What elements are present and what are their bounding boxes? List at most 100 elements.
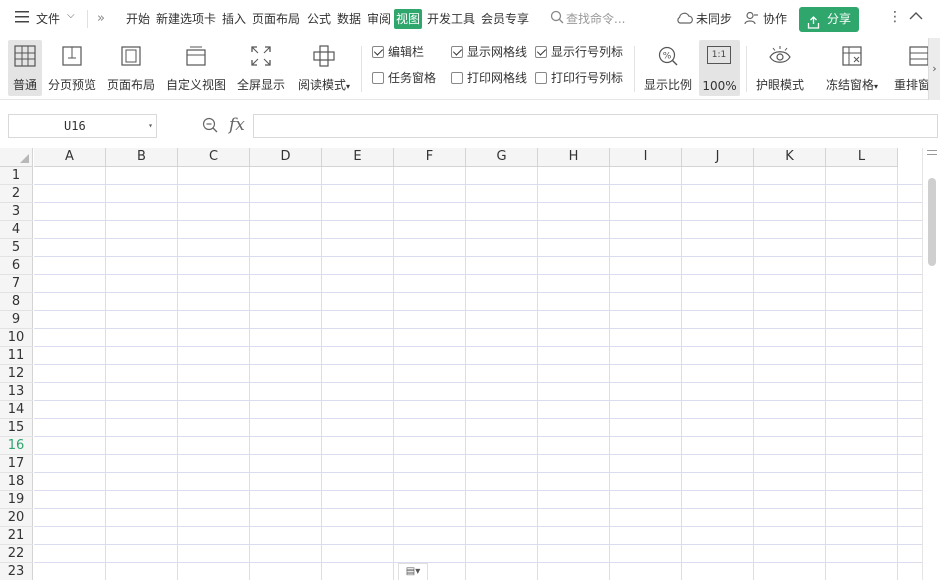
row-header-1[interactable]: 1 [0, 167, 33, 185]
row-header-5[interactable]: 5 [0, 239, 33, 257]
row-header-23[interactable]: 23 [0, 563, 33, 580]
row-header-20[interactable]: 20 [0, 509, 33, 527]
cell-area[interactable] [34, 167, 922, 580]
print-headings-checkbox[interactable]: 打印行号列标 [535, 70, 623, 86]
row-header-16[interactable]: 16 [0, 437, 33, 455]
column-header-b[interactable]: B [106, 148, 178, 167]
row-header-3[interactable]: 3 [0, 203, 33, 221]
column-header-j[interactable]: J [682, 148, 754, 167]
tab-formulas[interactable]: 公式 [307, 10, 331, 28]
freeze-panes-button[interactable]: 冻结窗格▾ [820, 40, 884, 96]
column-header-l[interactable]: L [826, 148, 898, 167]
command-search[interactable]: 查找命令... [566, 10, 625, 28]
page-layout-view-button[interactable]: 页面布局 [104, 40, 158, 96]
tab-data[interactable]: 数据 [337, 10, 361, 28]
tab-start[interactable]: 开始 [126, 10, 150, 28]
column-header-c[interactable]: C [178, 148, 250, 167]
ribbon-scroll-right-icon[interactable]: › [928, 38, 940, 100]
collaborate-icon[interactable] [744, 11, 758, 28]
page-break-preview-button[interactable]: 分页预览 [46, 40, 98, 96]
row-header-19[interactable]: 19 [0, 491, 33, 509]
tab-insert[interactable]: 插入 [222, 10, 246, 28]
column-header-e[interactable]: E [322, 148, 394, 167]
zoom-100-button[interactable]: 1:1 100% [699, 40, 740, 96]
row-header-17[interactable]: 17 [0, 455, 33, 473]
vertical-scrollbar[interactable] [922, 148, 940, 580]
row-header-22[interactable]: 22 [0, 545, 33, 563]
zoom-percent-icon: % [658, 46, 678, 66]
column-header-i[interactable]: I [610, 148, 682, 167]
row-header-11[interactable]: 11 [0, 347, 33, 365]
column-header-d[interactable]: D [250, 148, 322, 167]
tab-new-tab[interactable]: 新建选项卡 [156, 10, 216, 28]
formula-input[interactable] [253, 114, 938, 138]
formula-bar-checkbox[interactable]: 编辑栏 [372, 44, 424, 60]
show-headings-checkbox[interactable]: 显示行号列标 [535, 44, 623, 60]
row-header-21[interactable]: 21 [0, 527, 33, 545]
page-break-preview-label: 分页预览 [47, 78, 96, 92]
column-header-h[interactable]: H [538, 148, 610, 167]
show-headings-checkbox-label: 显示行号列标 [551, 45, 624, 59]
row-header-13[interactable]: 13 [0, 383, 33, 401]
custom-view-button[interactable]: 自定义视图 [164, 40, 228, 96]
row-header-7[interactable]: 7 [0, 275, 33, 293]
row-header-2[interactable]: 2 [0, 185, 33, 203]
column-header-k[interactable]: K [754, 148, 826, 167]
row-header-15[interactable]: 15 [0, 419, 33, 437]
show-gridlines-checkbox[interactable]: 显示网格线 [451, 44, 527, 60]
name-box[interactable]: U16 ▾ [8, 114, 157, 138]
paste-options-icon[interactable]: ▤▾ [398, 563, 428, 580]
column-header-f[interactable]: F [394, 148, 466, 167]
scrollbar-thumb[interactable] [928, 178, 936, 266]
fx-insert-function-button[interactable]: fx [229, 115, 245, 135]
eye-protection-button[interactable]: 护眼模式 [752, 40, 808, 96]
row-header-18[interactable]: 18 [0, 473, 33, 491]
more-options-icon[interactable]: ⋮ [888, 9, 902, 25]
zoom-search-icon[interactable] [202, 117, 218, 136]
more-tabs-button[interactable]: » [97, 10, 105, 28]
row-header-10[interactable]: 10 [0, 329, 33, 347]
print-gridlines-checkbox[interactable]: 打印网格线 [451, 70, 527, 86]
collapse-ribbon-icon[interactable] [909, 10, 923, 24]
sync-status[interactable]: 未同步 [696, 10, 732, 28]
dropdown-arrow-icon: ▾ [346, 82, 351, 91]
tab-developer[interactable]: 开发工具 [427, 10, 475, 28]
file-menu[interactable]: 文件 [36, 10, 60, 28]
freeze-panes-text: 冻结窗格 [825, 78, 874, 92]
row-header-14[interactable]: 14 [0, 401, 33, 419]
normal-view-button[interactable]: 普通 [8, 40, 42, 96]
fullscreen-button[interactable]: 全屏显示 [234, 40, 288, 96]
hamburger-menu-icon[interactable] [15, 11, 29, 26]
name-box-dropdown-icon[interactable]: ▾ [148, 115, 153, 137]
tab-page-layout[interactable]: 页面布局 [252, 10, 300, 28]
tab-view[interactable]: 视图 [394, 9, 423, 29]
task-pane-checkbox[interactable]: 任务窗格 [372, 70, 436, 86]
row-header-9[interactable]: 9 [0, 311, 33, 329]
reading-mode-button[interactable]: 阅读模式▾ [294, 40, 354, 96]
select-all-corner[interactable] [0, 148, 33, 167]
column-header-a[interactable]: A [34, 148, 106, 167]
row-header-6[interactable]: 6 [0, 257, 33, 275]
row-header-8[interactable]: 8 [0, 293, 33, 311]
spreadsheet-grid: ABCDEFGHIJKL 1 2 3 4 5 6 7 8 9 10 11 12 13 14 15 16 17 18… [0, 148, 922, 580]
eye-icon [769, 46, 791, 63]
column-header-g[interactable]: G [466, 148, 538, 167]
row-header-12[interactable]: 12 [0, 365, 33, 383]
svg-text:%: % [663, 52, 672, 62]
zoom-ratio-button[interactable]: % 显示比例 [641, 40, 695, 96]
share-button[interactable]: 分享 [799, 7, 859, 32]
cloud-sync-icon[interactable] [676, 11, 694, 28]
reading-mode-text: 阅读模式 [297, 78, 346, 92]
tab-member[interactable]: 会员专享 [481, 10, 529, 28]
menu-bar: 文件 ⌵ » 开始 新建选项卡 插入 页面布局 公式 数据 审阅 视图 开发工具… [0, 0, 940, 38]
fullscreen-label: 全屏显示 [236, 78, 285, 92]
normal-view-label: 普通 [12, 78, 37, 92]
row-header-4[interactable]: 4 [0, 221, 33, 239]
collaborate-button[interactable]: 协作 [763, 10, 787, 28]
print-headings-checkbox-label: 打印行号列标 [551, 71, 624, 85]
tab-review[interactable]: 审阅 [367, 10, 391, 28]
chevron-down-icon[interactable]: ⌵ [67, 10, 75, 21]
rearrange-windows-button[interactable]: 重排窗口 [890, 40, 928, 96]
checkbox-checked [372, 46, 384, 58]
split-handle-icon[interactable] [927, 150, 937, 155]
